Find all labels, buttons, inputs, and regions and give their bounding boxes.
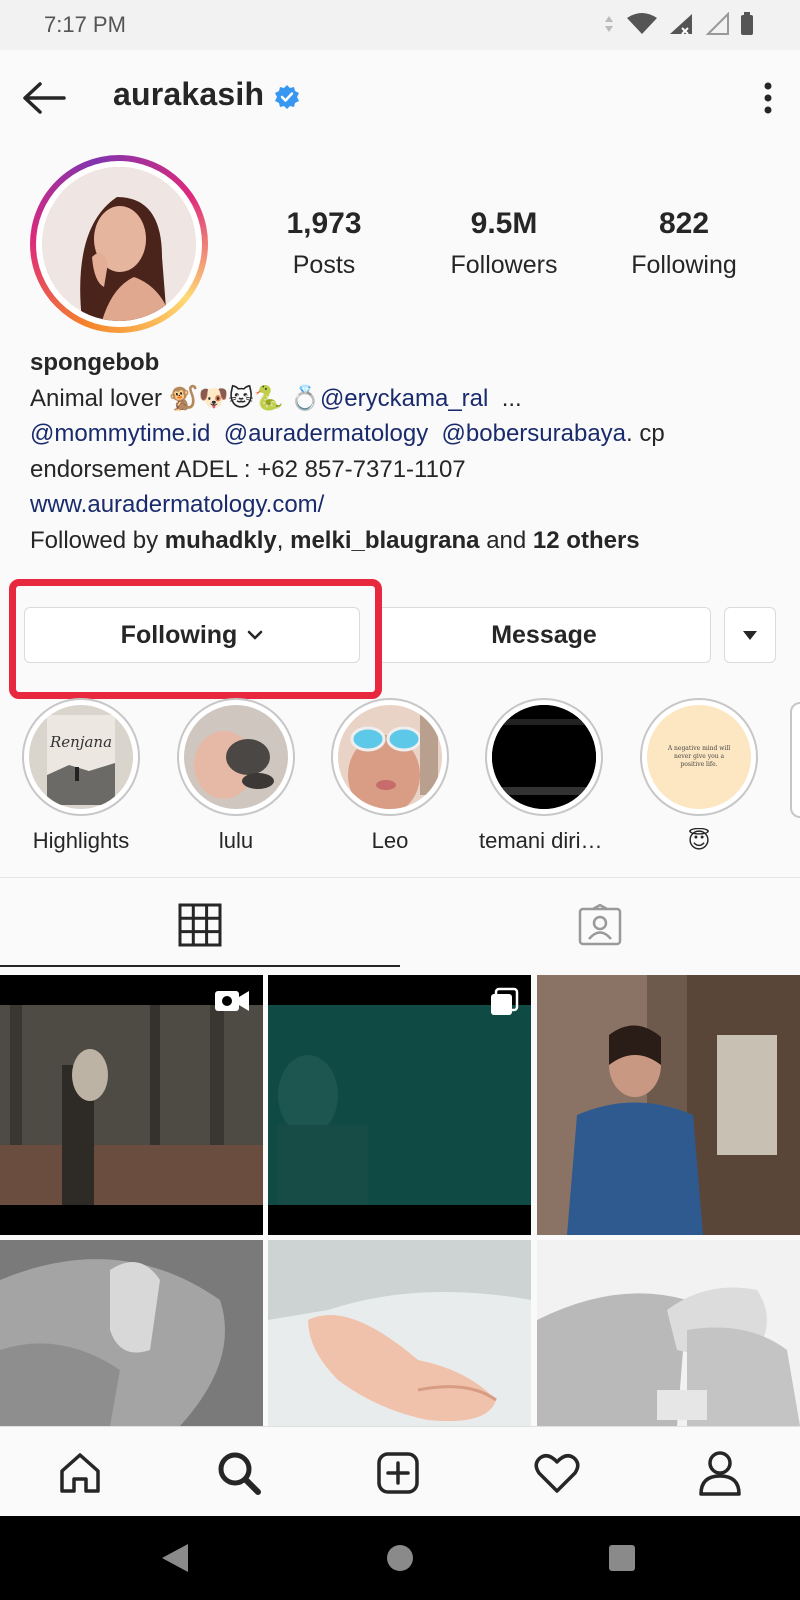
stat-following[interactable]: 822 Following (604, 207, 764, 280)
posts-label: Posts (292, 251, 356, 279)
followed-by-user: muhadkly (164, 526, 277, 554)
system-navigation-bar (0, 1516, 800, 1600)
followers-label: Followers (450, 251, 558, 279)
story-highlight[interactable]: temani dirik… (479, 698, 609, 854)
message-button[interactable]: Message (377, 607, 711, 663)
profile-username: aurakasih (113, 76, 265, 112)
annotation-highlight-box (9, 579, 382, 699)
profile-avatar[interactable] (30, 155, 208, 333)
grid-post[interactable] (0, 1240, 263, 1426)
signal-empty-icon (706, 12, 729, 35)
story-highlight[interactable]: lulu (171, 698, 301, 854)
profile-header: aurakasih (0, 50, 800, 146)
verified-badge-icon (275, 85, 299, 109)
video-icon (215, 991, 249, 1011)
tagged-photos-icon[interactable] (578, 904, 622, 946)
status-icons (602, 12, 754, 36)
followed-by-others: 12 others (532, 526, 640, 554)
followed-by[interactable]: Followed by muhadkly, melki_blaugrana an… (30, 523, 780, 559)
followed-by-prefix: Followed by (30, 526, 159, 554)
add-post-icon (377, 1452, 419, 1494)
followed-by-and: and (486, 526, 527, 554)
heart-icon (534, 1454, 580, 1493)
caret-down-icon (743, 631, 757, 640)
battery-icon (741, 12, 753, 35)
highlight-thumbnail (492, 705, 596, 809)
following-label: Following (631, 251, 737, 279)
followers-count: 9.5M (470, 207, 538, 240)
bottom-navigation (0, 1426, 800, 1516)
mention-link[interactable]: @auradermatology (224, 420, 428, 447)
nav-new-post[interactable] (368, 1445, 428, 1501)
story-highlight[interactable]: Renjana Highlights (16, 698, 146, 854)
posts-count: 1,973 (286, 207, 362, 240)
stat-followers[interactable]: 9.5M Followers (424, 207, 584, 280)
story-highlight[interactable]: A negative mind will never give you a po… (634, 698, 764, 854)
search-icon (218, 1452, 261, 1495)
grid-view-icon[interactable] (178, 903, 222, 947)
profile-bio: spongebob Animal lover 🐒🐶🐱🐍 💍@eryckama_r… (30, 345, 780, 558)
highlight-quote: A negative mind will never give you a po… (667, 745, 731, 768)
more-options-icon[interactable] (758, 78, 778, 118)
home-icon (60, 1453, 100, 1493)
nav-home[interactable] (50, 1445, 110, 1501)
bio-text: Animal lover 🐒🐶🐱🐍 💍 (30, 384, 320, 412)
mention-link[interactable]: @mommytime.id (30, 420, 210, 447)
highlight-label: Leo (371, 828, 409, 853)
bio-line-1: Animal lover 🐒🐶🐱🐍 💍@eryckama_ral ... (30, 381, 780, 417)
highlight-thumbnail: Renjana (29, 705, 133, 809)
nav-profile[interactable] (690, 1445, 750, 1501)
mention-link[interactable]: @eryckama_ral (320, 385, 488, 412)
profile-tabs (0, 878, 800, 968)
website-link[interactable]: www.auradermatology.com/ (30, 487, 780, 523)
highlight-thumbnail: A negative mind will never give you a po… (647, 705, 751, 809)
following-count: 822 (658, 207, 710, 240)
status-time: 7:17 PM (44, 12, 126, 37)
nav-activity[interactable] (527, 1445, 587, 1501)
bio-more[interactable]: ... (502, 385, 522, 412)
grid-post[interactable] (268, 1240, 531, 1426)
avatar-photo (42, 167, 196, 321)
home-circle-icon[interactable] (386, 1544, 414, 1572)
data-arrows-icon (605, 16, 613, 32)
post-thumbnail (537, 1240, 800, 1426)
grid-post[interactable] (268, 975, 531, 1235)
wifi-icon (627, 13, 657, 34)
post-thumbnail (0, 1240, 263, 1426)
story-highlight[interactable]: Leo (325, 698, 455, 854)
bio-line-3: endorsement ADEL : +62 857-7371-1107 (30, 455, 466, 483)
status-bar: 7:17 PM (0, 0, 800, 50)
mention-link[interactable]: @bobersurabaya (442, 420, 626, 447)
profile-display-name: spongebob (30, 349, 160, 376)
back-triangle-icon[interactable] (160, 1542, 190, 1574)
stat-posts[interactable]: 1,973 Posts (244, 207, 404, 280)
book-title: Renjana (49, 733, 112, 751)
suggested-accounts-button[interactable] (724, 607, 776, 663)
highlight-label: lulu (218, 828, 254, 853)
signal-icon (670, 14, 692, 35)
bio-text: . cp (626, 420, 665, 447)
message-button-label: Message (491, 620, 597, 649)
post-thumbnail (268, 1240, 531, 1426)
highlight-thumbnail (338, 705, 442, 809)
grid-post[interactable] (537, 975, 800, 1235)
bio-line-2: @mommytime.id @auradermatology @bobersur… (30, 416, 780, 452)
carousel-icon (491, 987, 519, 1015)
highlight-label: Highlights (32, 828, 130, 853)
followed-by-user: melki_blaugrana (290, 526, 480, 554)
grid-post[interactable] (537, 1240, 800, 1426)
highlight-thumbnail (184, 705, 288, 809)
highlight-label: 😇 (687, 828, 711, 853)
profile-icon (699, 1451, 741, 1496)
grid-post[interactable] (0, 975, 263, 1235)
back-arrow-icon[interactable] (20, 76, 70, 120)
nav-search[interactable] (209, 1445, 269, 1501)
story-highlight-partial[interactable] (790, 702, 800, 818)
post-thumbnail (537, 975, 800, 1235)
highlight-label: temani dirik… (479, 828, 609, 853)
recents-square-icon[interactable] (609, 1545, 635, 1571)
active-tab-indicator (0, 965, 400, 967)
